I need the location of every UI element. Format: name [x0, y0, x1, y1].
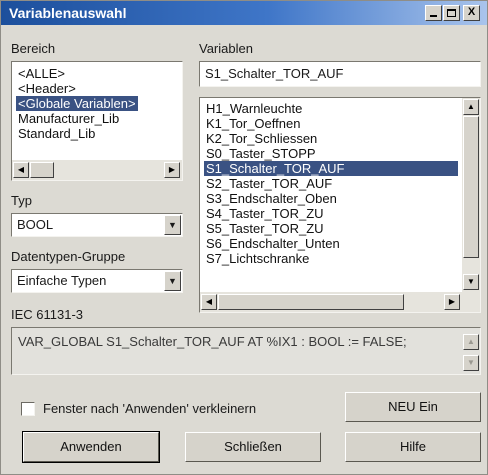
window-title: Variablenauswahl — [9, 5, 127, 21]
iec-vertical-scrollbar[interactable]: ▲ ▼ — [462, 328, 480, 374]
variablen-item-selected[interactable]: S1_Schalter_TOR_AUF — [204, 161, 458, 176]
iec-scroll-up-button[interactable]: ▲ — [463, 334, 479, 350]
anwenden-button-label: Anwenden — [60, 439, 122, 454]
typ-dropdown[interactable]: BOOL ▼ — [11, 213, 183, 237]
arrow-left-icon: ◀ — [205, 297, 213, 306]
minimize-button[interactable] — [425, 5, 442, 21]
arrow-up-icon: ▲ — [467, 337, 475, 346]
arrow-up-icon: ▲ — [467, 102, 475, 111]
variable-name-value: S1_Schalter_TOR_AUF — [205, 66, 344, 81]
minimize-icon — [430, 15, 437, 17]
bereich-scroll-right-button[interactable]: ▶ — [164, 162, 180, 178]
datentypen-gruppe-value: Einfache Typen — [17, 273, 107, 288]
variablen-vertical-scroll-thumb[interactable] — [463, 116, 479, 258]
arrow-right-icon: ▶ — [448, 297, 456, 306]
variablen-listbox[interactable]: H1_Warnleuchte K1_Tor_Oeffnen K2_Tor_Sch… — [199, 97, 481, 313]
bereich-horizontal-scrollbar[interactable]: ◀ ▶ — [12, 160, 182, 180]
variablen-item[interactable]: S5_Taster_TOR_ZU — [204, 221, 326, 236]
variablen-scroll-down-button[interactable]: ▼ — [463, 274, 479, 290]
variablen-item[interactable]: S4_Taster_TOR_ZU — [204, 206, 326, 221]
variablen-item[interactable]: K2_Tor_Schliessen — [204, 131, 319, 146]
arrow-right-icon: ▶ — [168, 165, 176, 174]
bereich-scroll-thumb[interactable] — [30, 162, 54, 178]
variablen-item[interactable]: S7_Lichtschranke — [204, 251, 311, 266]
neu-ein-button[interactable]: NEU Ein — [345, 392, 481, 422]
arrow-left-icon: ◀ — [17, 165, 25, 174]
close-icon: X — [467, 6, 476, 18]
typ-value: BOOL — [17, 217, 54, 232]
iec-label: IEC 61131-3 — [11, 307, 84, 322]
variablen-scroll-right-button[interactable]: ▶ — [444, 294, 460, 310]
variablen-scroll-up-button[interactable]: ▲ — [463, 99, 479, 115]
variablen-label: Variablen — [199, 41, 253, 56]
variablen-horizontal-scroll-thumb[interactable] — [218, 294, 404, 310]
bereich-item-manufacturer-lib[interactable]: Manufacturer_Lib — [16, 111, 121, 126]
variablen-item[interactable]: S2_Taster_TOR_AUF — [204, 176, 334, 191]
title-bar[interactable]: Variablenauswahl X — [1, 1, 487, 25]
datentypen-gruppe-dropdown-arrow-button[interactable]: ▼ — [164, 271, 181, 291]
variable-name-input[interactable]: S1_Schalter_TOR_AUF — [199, 61, 481, 87]
variablen-vertical-scrollbar[interactable]: ▲ ▼ — [462, 98, 480, 292]
bereich-item-header[interactable]: <Header> — [16, 81, 78, 96]
maximize-button[interactable] — [443, 5, 460, 21]
maximize-icon — [447, 9, 456, 17]
variablen-horizontal-scrollbar[interactable]: ◀ ▶ — [200, 292, 480, 312]
shrink-window-checkbox-label[interactable]: Fenster nach 'Anwenden' verkleinern — [43, 401, 256, 416]
variablen-item[interactable]: H1_Warnleuchte — [204, 101, 304, 116]
variablenauswahl-dialog: Variablenauswahl X Bereich <ALLE> <Heade… — [0, 0, 488, 475]
bereich-item-globale-variablen[interactable]: <Globale Variablen> — [16, 96, 138, 111]
variablen-item[interactable]: S0_Taster_STOPP — [204, 146, 318, 161]
arrow-down-icon: ▼ — [467, 358, 475, 367]
typ-dropdown-arrow-button[interactable]: ▼ — [164, 215, 181, 235]
hilfe-button[interactable]: Hilfe — [345, 432, 481, 462]
bereich-scroll-left-button[interactable]: ◀ — [13, 162, 29, 178]
iec-declaration-text: VAR_GLOBAL S1_Schalter_TOR_AUF AT %IX1 :… — [18, 334, 407, 349]
variablen-scroll-left-button[interactable]: ◀ — [201, 294, 217, 310]
datentypen-gruppe-dropdown[interactable]: Einfache Typen ▼ — [11, 269, 183, 293]
variablen-item[interactable]: S3_Endschalter_Oben — [204, 191, 339, 206]
arrow-down-icon: ▼ — [467, 277, 475, 286]
bereich-listbox[interactable]: <ALLE> <Header> <Globale Variablen> Manu… — [11, 61, 183, 181]
chevron-down-icon: ▼ — [168, 220, 177, 230]
iec-scroll-down-button[interactable]: ▼ — [463, 355, 479, 371]
datentypen-gruppe-label: Datentypen-Gruppe — [11, 249, 126, 264]
close-button[interactable]: X — [463, 5, 480, 21]
bereich-item-alle[interactable]: <ALLE> — [16, 66, 67, 81]
neu-ein-button-label: NEU Ein — [388, 399, 438, 414]
typ-label: Typ — [11, 193, 32, 208]
shrink-window-checkbox[interactable] — [21, 402, 35, 416]
variablen-item[interactable]: S6_Endschalter_Unten — [204, 236, 342, 251]
schliessen-button[interactable]: Schließen — [185, 432, 321, 462]
iec-declaration-box: VAR_GLOBAL S1_Schalter_TOR_AUF AT %IX1 :… — [11, 327, 481, 375]
hilfe-button-label: Hilfe — [399, 439, 426, 454]
bereich-label: Bereich — [11, 41, 56, 56]
schliessen-button-label: Schließen — [224, 439, 282, 454]
anwenden-button[interactable]: Anwenden — [22, 431, 160, 463]
variablen-item[interactable]: K1_Tor_Oeffnen — [204, 116, 302, 131]
bereich-item-standard-lib[interactable]: Standard_Lib — [16, 126, 97, 141]
chevron-down-icon: ▼ — [168, 276, 177, 286]
